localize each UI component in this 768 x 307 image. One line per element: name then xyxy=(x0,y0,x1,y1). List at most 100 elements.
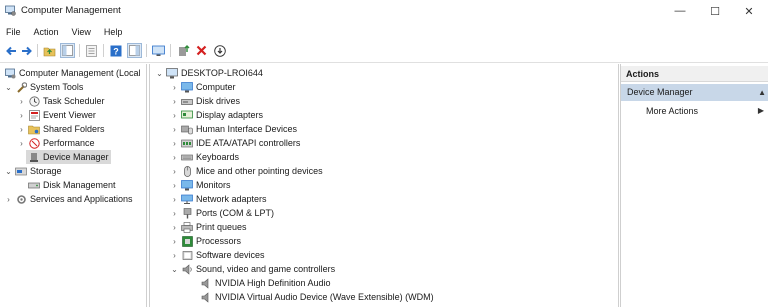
computer-icon xyxy=(181,81,193,93)
speaker-icon xyxy=(200,291,212,303)
services-icon xyxy=(15,193,27,205)
device-category-print-queues[interactable]: › Print queues xyxy=(170,220,247,234)
chevron-down-icon[interactable]: ⌄ xyxy=(4,80,13,94)
tree-node-shared-folders[interactable]: › Shared Folders xyxy=(17,122,104,136)
tree-node-disk-management[interactable]: Disk Management xyxy=(26,178,116,192)
window-title: Computer Management xyxy=(21,5,121,16)
chevron-down-icon[interactable]: ⌄ xyxy=(155,66,164,80)
chevron-right-icon[interactable]: › xyxy=(170,206,179,220)
tree-label: System Tools xyxy=(30,82,84,92)
device-category-sound-video-game[interactable]: ⌄ Sound, video and game controllers xyxy=(170,262,335,276)
device-category-human-interface-devices[interactable]: › Human Interface Devices xyxy=(170,122,297,136)
tree-node-system-tools[interactable]: ⌄ System Tools xyxy=(4,80,83,94)
close-button[interactable]: ✕ xyxy=(731,0,767,22)
tree-node-services-and-applications[interactable]: › Services and Applications xyxy=(4,192,133,206)
up-folder-icon[interactable] xyxy=(42,43,57,58)
uninstall-icon[interactable] xyxy=(194,43,209,58)
chevron-down-icon[interactable]: ⌄ xyxy=(4,164,13,178)
more-actions-item[interactable]: More Actions ▶ xyxy=(621,103,768,119)
tree-node-performance[interactable]: › Performance xyxy=(17,136,95,150)
device-category-display-adapters[interactable]: › Display adapters xyxy=(170,108,263,122)
device-nvidia-hd-audio[interactable]: NVIDIA High Definition Audio xyxy=(198,276,331,290)
back-arrow-icon[interactable] xyxy=(3,43,18,58)
chevron-right-icon[interactable]: › xyxy=(17,136,26,150)
device-nvidia-virtual-audio[interactable]: NVIDIA Virtual Audio Device (Wave Extens… xyxy=(198,290,434,304)
maximize-button[interactable]: ☐ xyxy=(697,0,733,22)
device-category-label: Monitors xyxy=(196,180,231,190)
forward-arrow-icon[interactable] xyxy=(19,43,34,58)
ide-controller-icon xyxy=(181,137,193,149)
actions-section-device-manager[interactable]: Device Manager ▲ xyxy=(621,84,768,101)
chevron-right-icon[interactable]: › xyxy=(17,108,26,122)
clock-icon xyxy=(28,95,40,107)
properties-icon[interactable] xyxy=(84,43,99,58)
help-icon[interactable]: ? xyxy=(108,43,123,58)
port-icon xyxy=(181,207,193,219)
chevron-down-icon[interactable]: ⌄ xyxy=(170,262,179,276)
collapse-icon[interactable]: ▲ xyxy=(758,84,766,101)
title-bar: Computer Management — ☐ ✕ xyxy=(0,0,768,22)
actions-header: Actions xyxy=(621,66,768,82)
chevron-right-icon[interactable]: › xyxy=(170,192,179,206)
chevron-right-icon[interactable]: › xyxy=(17,122,26,136)
chevron-right-icon[interactable]: › xyxy=(170,94,179,108)
minimize-button[interactable]: — xyxy=(662,0,698,22)
device-category-network-adapters[interactable]: › Network adapters xyxy=(170,192,266,206)
computer-icon xyxy=(166,67,178,79)
device-category-monitors[interactable]: › Monitors xyxy=(170,178,231,192)
chevron-right-icon[interactable]: › xyxy=(170,164,179,178)
monitor-icon[interactable] xyxy=(151,43,166,58)
device-category-processors[interactable]: › Processors xyxy=(170,234,241,248)
toolbar-separator xyxy=(170,44,171,57)
device-category-label: Disk drives xyxy=(196,96,241,106)
chevron-right-icon[interactable]: › xyxy=(170,248,179,262)
menu-help[interactable]: Help xyxy=(98,24,130,40)
device-label: NVIDIA Virtual Audio Device (Wave Extens… xyxy=(215,292,434,302)
device-tree-root[interactable]: ⌄ DESKTOP-LROI644 xyxy=(155,66,263,80)
device-category-mice[interactable]: › Mice and other pointing devices xyxy=(170,164,323,178)
chevron-right-icon[interactable]: › xyxy=(170,122,179,136)
maximize-icon: ☐ xyxy=(710,5,720,18)
device-tree: ⌄ DESKTOP-LROI644 › Computer › Disk driv… xyxy=(149,64,619,307)
tree-node-task-scheduler[interactable]: › Task Scheduler xyxy=(17,94,105,108)
tree-node-storage[interactable]: ⌄ Storage xyxy=(4,164,61,178)
speaker-icon xyxy=(200,277,212,289)
tree-node-device-manager[interactable]: Device Manager xyxy=(26,150,111,164)
tree-label: Services and Applications xyxy=(30,194,133,204)
chevron-right-icon[interactable]: › xyxy=(4,192,13,206)
device-category-ide-controllers[interactable]: › IDE ATA/ATAPI controllers xyxy=(170,136,300,150)
menu-action[interactable]: Action xyxy=(28,24,66,40)
chevron-right-icon[interactable]: › xyxy=(170,108,179,122)
show-hide-tree-icon[interactable] xyxy=(60,43,75,58)
tree-node-event-viewer[interactable]: › Event Viewer xyxy=(17,108,96,122)
device-category-computer[interactable]: › Computer xyxy=(170,80,236,94)
tree-label: Task Scheduler xyxy=(43,96,105,106)
device-category-disk-drives[interactable]: › Disk drives xyxy=(170,94,240,108)
download-icon[interactable] xyxy=(212,43,227,58)
menu-view[interactable]: View xyxy=(66,24,98,40)
tree-node-computer-management[interactable]: Computer Management (Local xyxy=(2,66,141,80)
keyboard-icon xyxy=(181,151,193,163)
tree-label: Device Manager xyxy=(43,152,109,162)
tree-label: Performance xyxy=(43,138,95,148)
chevron-right-icon[interactable]: › xyxy=(170,136,179,150)
chevron-right-icon[interactable]: › xyxy=(170,234,179,248)
device-tree-root-label: DESKTOP-LROI644 xyxy=(181,68,263,78)
device-category-label: IDE ATA/ATAPI controllers xyxy=(196,138,301,148)
chevron-right-icon[interactable]: › xyxy=(170,220,179,234)
device-category-software-devices[interactable]: › Software devices xyxy=(170,248,264,262)
device-category-keyboards[interactable]: › Keyboards xyxy=(170,150,239,164)
display-adapter-icon xyxy=(181,109,193,121)
disk-icon xyxy=(28,179,40,191)
device-category-label: Computer xyxy=(196,82,236,92)
minimize-icon: — xyxy=(674,5,686,17)
chevron-right-icon[interactable]: › xyxy=(170,80,179,94)
show-hide-action-pane-icon[interactable] xyxy=(127,43,142,58)
update-driver-icon[interactable] xyxy=(176,43,191,58)
shared-folder-icon xyxy=(28,123,40,135)
chevron-right-icon[interactable]: › xyxy=(17,94,26,108)
device-category-ports[interactable]: › Ports (COM & LPT) xyxy=(170,206,274,220)
chevron-right-icon[interactable]: › xyxy=(170,178,179,192)
menu-file[interactable]: File xyxy=(0,24,28,40)
chevron-right-icon[interactable]: › xyxy=(170,150,179,164)
